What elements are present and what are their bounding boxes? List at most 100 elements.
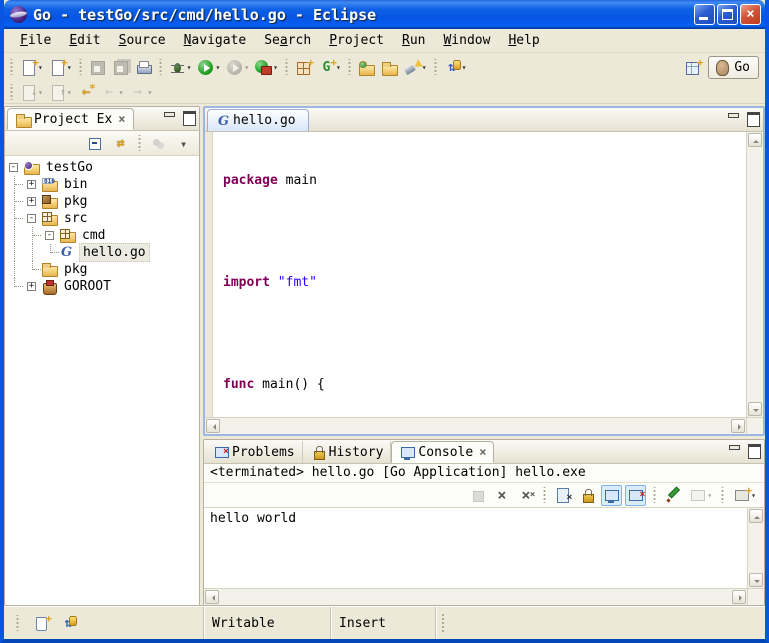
toolbar-grip[interactable]	[347, 59, 352, 75]
new-wizard-button[interactable]: ▾	[17, 56, 46, 78]
scroll-left-button[interactable]	[206, 419, 220, 433]
new-go-element-button[interactable]: ▾	[315, 56, 344, 78]
menu-source[interactable]: Source	[111, 31, 174, 50]
scroll-right-button[interactable]	[732, 590, 746, 604]
go-perspective-button[interactable]: Go	[708, 56, 759, 79]
minimize-button[interactable]	[694, 4, 715, 25]
display-selected-console-button[interactable]: ▾	[687, 485, 714, 506]
save-all-button[interactable]	[109, 56, 132, 78]
search-button[interactable]: ▾	[401, 56, 430, 78]
menu-navigate[interactable]: Navigate	[176, 31, 255, 50]
tree-label[interactable]: src	[61, 210, 90, 227]
tree-row-pkg2[interactable]: pkg	[5, 261, 199, 278]
menu-edit[interactable]: Edit	[61, 31, 108, 50]
tree-row-bin[interactable]: + bin	[5, 176, 199, 193]
focus-on-task-button[interactable]	[147, 132, 170, 154]
save-button[interactable]	[86, 56, 109, 78]
tree-label[interactable]: testGo	[43, 159, 96, 176]
tree-label[interactable]: bin	[61, 176, 90, 193]
tab-history[interactable]: History	[303, 441, 392, 463]
close-view-icon[interactable]	[116, 112, 125, 126]
synchronize-button[interactable]: ▾	[441, 56, 470, 78]
scroll-up-button[interactable]	[748, 133, 762, 147]
maximize-editor-button[interactable]	[746, 112, 759, 123]
previous-annotation-button[interactable]: ▾	[46, 81, 75, 103]
view-menu-button[interactable]	[172, 132, 195, 154]
maximize-console-button[interactable]	[747, 444, 760, 455]
expander-icon[interactable]: -	[9, 163, 18, 172]
last-edit-location-button[interactable]	[75, 81, 98, 103]
toolbar-grip[interactable]	[137, 135, 142, 151]
toolbar-grip[interactable]	[433, 59, 438, 75]
close-console-icon[interactable]	[477, 445, 486, 459]
tree-label[interactable]: cmd	[79, 227, 108, 244]
editor-vertical-scrollbar[interactable]	[746, 132, 763, 417]
clear-console-button[interactable]	[553, 485, 574, 506]
tree-label[interactable]: GOROOT	[61, 278, 114, 295]
tree-label[interactable]: pkg	[61, 261, 90, 278]
toolbar-grip[interactable]	[9, 59, 14, 75]
console-output-text[interactable]: hello world	[204, 508, 747, 588]
scroll-left-button[interactable]	[205, 590, 219, 604]
tree-row-src[interactable]: - src	[5, 210, 199, 227]
open-type-button[interactable]	[355, 56, 378, 78]
open-console-button[interactable]: ▾	[731, 485, 758, 506]
minimize-console-button[interactable]	[728, 444, 741, 455]
tree-label-selected[interactable]: hello.go	[79, 243, 150, 262]
tree-label[interactable]: pkg	[61, 193, 90, 210]
console-vertical-scrollbar[interactable]	[747, 508, 764, 588]
tab-hello-go[interactable]: hello.go	[207, 109, 309, 131]
debug-button[interactable]: ▾	[166, 56, 195, 78]
tab-console[interactable]: Console	[391, 441, 494, 463]
expander-icon[interactable]: +	[27, 180, 36, 189]
new-go-file-button[interactable]: ▾	[46, 56, 75, 78]
menu-help[interactable]: Help	[500, 31, 547, 50]
scroll-lock-button[interactable]	[577, 485, 598, 506]
show-stdout-button[interactable]	[601, 485, 622, 506]
open-resource-button[interactable]	[378, 56, 401, 78]
run-history-button[interactable]: ▾	[223, 56, 252, 78]
scroll-down-button[interactable]	[748, 402, 762, 416]
next-annotation-button[interactable]: ▾	[17, 81, 46, 103]
toolbar-grip[interactable]	[284, 59, 289, 75]
terminate-button[interactable]	[467, 485, 488, 506]
toolbar-grip[interactable]	[9, 84, 14, 100]
new-go-project-button[interactable]	[292, 56, 315, 78]
scroll-right-button[interactable]	[731, 419, 745, 433]
editor-horizontal-scrollbar[interactable]	[205, 417, 746, 434]
show-stderr-button[interactable]	[625, 485, 646, 506]
annotation-ruler[interactable]	[205, 132, 213, 417]
toolbar-grip[interactable]	[542, 487, 547, 503]
toolbar-grip[interactable]	[720, 487, 725, 503]
run-button[interactable]: ▾	[194, 56, 223, 78]
forward-button[interactable]: ▾	[126, 81, 155, 103]
link-with-editor-button[interactable]	[109, 132, 132, 154]
back-button[interactable]: ▾	[98, 81, 127, 103]
minimize-editor-button[interactable]	[727, 112, 740, 123]
toolbar-grip[interactable]	[158, 59, 163, 75]
print-button[interactable]	[132, 56, 155, 78]
run-external-tools-button[interactable]: ▾	[252, 56, 281, 78]
toolbar-grip[interactable]	[78, 59, 83, 75]
tree-row-goroot[interactable]: + GOROOT	[5, 278, 199, 295]
scroll-down-button[interactable]	[749, 573, 763, 587]
expander-icon[interactable]: +	[27, 282, 36, 291]
trim-synchronize-icon[interactable]	[60, 615, 77, 632]
pin-console-button[interactable]	[663, 485, 684, 506]
tree-row-pkg[interactable]: + pkg	[5, 193, 199, 210]
minimize-view-button[interactable]	[163, 111, 176, 122]
tree-row-testgo[interactable]: - testGo	[5, 159, 199, 176]
maximize-view-button[interactable]	[182, 111, 195, 122]
close-button[interactable]: ×	[740, 4, 761, 25]
expander-icon[interactable]: -	[45, 231, 54, 240]
menu-file[interactable]: File	[12, 31, 59, 50]
toolbar-grip[interactable]	[652, 487, 657, 503]
remove-all-terminated-button[interactable]	[515, 485, 536, 506]
code-area[interactable]: package main import "fmt" func main() { …	[213, 132, 746, 417]
menu-run[interactable]: Run	[394, 31, 433, 50]
menu-project[interactable]: Project	[321, 31, 392, 50]
menu-search[interactable]: Search	[256, 31, 319, 50]
expander-icon[interactable]: -	[27, 214, 36, 223]
tree-row-hello-go[interactable]: hello.go	[5, 244, 199, 261]
tab-project-explorer[interactable]: Project Ex	[7, 108, 134, 130]
